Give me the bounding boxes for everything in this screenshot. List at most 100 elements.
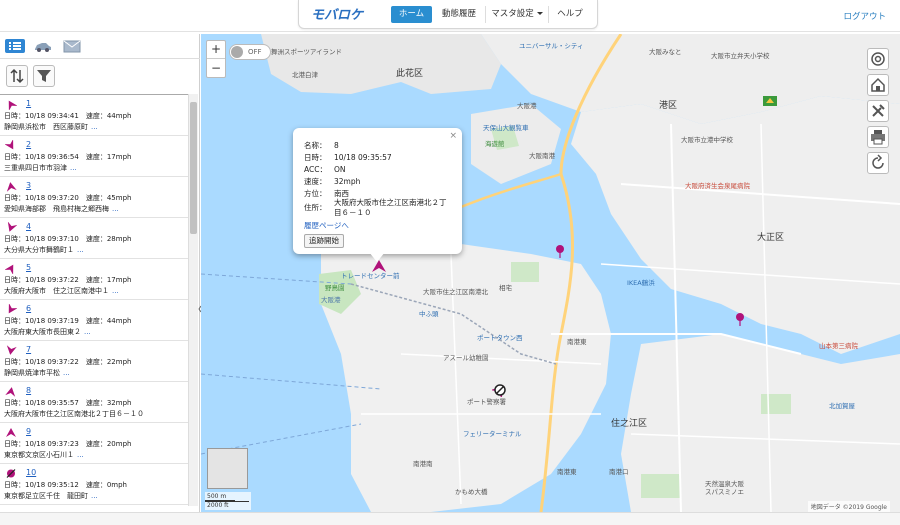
nav-history-button[interactable]: 動態履歴 <box>437 6 481 23</box>
page-footer <box>0 512 900 525</box>
location-pin-icon[interactable] <box>555 244 565 258</box>
list-item[interactable]: 9 日時：10/18 09:37:23 速度：20mph 東京都文京区小石川１... <box>0 423 188 464</box>
list-item[interactable]: 2 日時：10/18 09:36:54 速度：17mph 三重県四日市市羽津... <box>0 136 188 177</box>
overview-map[interactable] <box>207 448 248 489</box>
scale-feet: 2000 ft <box>207 502 229 509</box>
home-icon[interactable] <box>867 74 889 96</box>
list-scrollbar[interactable] <box>188 94 198 506</box>
more-link[interactable]: ... <box>77 451 84 459</box>
more-link[interactable]: ... <box>91 123 98 131</box>
vehicle-number-link[interactable]: 8 <box>26 386 31 395</box>
vehicle-direction-icon <box>6 345 17 355</box>
more-link[interactable]: ... <box>63 369 70 377</box>
map-place-label: ポート警察署 <box>467 398 506 406</box>
vehicle-info-popup: × 名称： 8 日時： 10/18 09:35:57 ACC： ON 速度： 32mph… <box>293 128 462 262</box>
more-link[interactable]: ... <box>112 205 119 213</box>
map-place-label: 大正区 <box>757 233 785 243</box>
refresh-icon[interactable] <box>867 152 889 174</box>
list-item[interactable]: 7 日時：10/18 09:37:22 速度：22mph 静岡県焼津市平松... <box>0 341 188 382</box>
more-link[interactable]: ... <box>91 492 98 500</box>
filter-icon[interactable] <box>33 65 55 87</box>
more-link[interactable]: ... <box>70 164 77 172</box>
sidebar: 1 日時：10/18 09:34:41 速度：44mph 静岡県浜松市 西区藤原町.… <box>0 34 202 512</box>
zoom-control: + − <box>206 40 226 78</box>
map-view[interactable]: 北港白津 舞洲スポーツアイランド 此花区 ユニバーサル・シティ 大阪みなと 大阪市立弁天小… <box>201 34 900 512</box>
zoom-in-button[interactable]: + <box>207 41 225 59</box>
tracking-toggle[interactable]: OFF <box>229 44 271 60</box>
vehicle-address: 静岡県焼津市平松 <box>4 369 60 377</box>
vehicle-number-link[interactable]: 10 <box>26 468 36 477</box>
vehicle-number-link[interactable]: 3 <box>26 181 31 190</box>
vehicle-datetime: 日時：10/18 09:35:57 <box>4 399 79 407</box>
history-page-link[interactable]: 履歴ページへ <box>304 220 349 231</box>
more-link[interactable]: ... <box>84 328 91 336</box>
vehicle-address: 大分県大分市舞鶴町１ <box>4 246 74 254</box>
vehicle-address-line: 大阪府東大阪市長田東２... <box>4 327 91 337</box>
vehicle-speed: 速度：17mph <box>85 276 132 284</box>
vehicle-status-line: 日時：10/18 09:37:10 速度：28mph <box>4 234 131 244</box>
vehicle-status-line: 日時：10/18 09:37:22 速度：22mph <box>4 357 131 367</box>
list-item[interactable]: 4 日時：10/18 09:37:10 速度：28mph 大分県大分市舞鶴町１... <box>0 218 188 259</box>
map-canvas <box>201 34 900 512</box>
nav-master-dropdown[interactable]: マスタ設定 <box>485 6 549 23</box>
vehicle-number-link[interactable]: 4 <box>26 222 31 231</box>
vehicle-number-link[interactable]: 6 <box>26 304 31 313</box>
map-place-label: 相宅 <box>499 284 512 292</box>
map-scale: 500 m 2000 ft <box>205 492 251 510</box>
app-header: モバロケ ホーム 動態履歴 マスタ設定 ヘルプ ログアウト <box>0 0 900 32</box>
more-link[interactable]: ... <box>112 287 119 295</box>
popup-datetime-row: 日時： 10/18 09:35:57 <box>304 152 392 163</box>
zoom-out-button[interactable]: − <box>207 60 225 78</box>
vehicle-number-link[interactable]: 1 <box>26 99 31 108</box>
scroll-thumb[interactable] <box>190 102 197 234</box>
vehicle-datetime: 日時：10/18 09:36:54 <box>4 153 79 161</box>
logout-link[interactable]: ログアウト <box>843 10 886 22</box>
mail-icon[interactable] <box>62 39 82 53</box>
nav-help-button[interactable]: ヘルプ <box>553 6 587 23</box>
map-place-label: 大阪南港 <box>529 152 555 160</box>
target-icon[interactable] <box>867 48 889 70</box>
stopped-vehicle-icon <box>6 469 16 478</box>
vehicle-datetime: 日時：10/18 09:37:23 <box>4 440 79 448</box>
list-item[interactable]: 8 日時：10/18 09:35:57 速度：32mph 大阪府大阪市住之江区南港北… <box>0 382 188 423</box>
map-place-label: 中ふ頭 <box>419 310 439 318</box>
location-pin-icon[interactable] <box>735 312 745 326</box>
map-place-label: 大阪市立港中学校 <box>681 136 733 144</box>
vehicle-number-link[interactable]: 9 <box>26 427 31 436</box>
popup-datetime-value: 10/18 09:35:57 <box>334 153 392 162</box>
start-tracking-button[interactable]: 追跡開始 <box>304 234 344 248</box>
nav-home-button[interactable]: ホーム <box>391 6 432 23</box>
scale-meters: 500 m <box>207 493 227 500</box>
map-place-label: 北加賀屋 <box>829 402 855 410</box>
vehicle-list: 1 日時：10/18 09:34:41 速度：44mph 静岡県浜松市 西区藤原町.… <box>0 94 188 506</box>
vehicle-datetime: 日時：10/18 09:37:10 <box>4 235 79 243</box>
car-icon[interactable] <box>33 39 53 53</box>
tools-icon[interactable] <box>867 100 889 122</box>
app-logo[interactable]: モバロケ <box>309 4 381 24</box>
map-place-label: 大阪港 <box>321 296 341 304</box>
more-link[interactable]: ... <box>77 246 84 254</box>
list-item[interactable]: 10 日時：10/18 09:35:12 速度：0mph 東京都足立区千住 龍田町.… <box>0 464 188 505</box>
list-item[interactable]: 5 日時：10/18 09:37:22 速度：17mph 大阪府大阪市 住之江区南港… <box>0 259 188 300</box>
vehicle-number-link[interactable]: 7 <box>26 345 31 354</box>
map-place-label: 大阪みなと <box>649 48 682 56</box>
vehicle-speed: 速度：20mph <box>85 440 132 448</box>
sort-icon[interactable] <box>6 65 28 87</box>
map-place-label: 南港東 <box>557 468 577 476</box>
list-icon[interactable] <box>5 39 25 53</box>
vehicle-direction-icon <box>5 140 14 150</box>
list-item[interactable]: 3 日時：10/18 09:37:20 速度：45mph 愛知県海部郡 飛島村梅之郷… <box>0 177 188 218</box>
popup-tail <box>369 252 385 262</box>
vehicle-number-link[interactable]: 2 <box>26 140 31 149</box>
stopped-vehicle-icon[interactable] <box>493 383 507 397</box>
vehicle-number-link[interactable]: 5 <box>26 263 31 272</box>
vehicle-datetime: 日時：10/18 09:37:20 <box>4 194 79 202</box>
close-icon[interactable]: × <box>449 131 457 141</box>
list-item[interactable]: 6 日時：10/18 09:37:19 速度：44mph 大阪府東大阪市長田東２..… <box>0 300 188 341</box>
popup-speed-row: 速度： 32mph <box>304 176 360 187</box>
vehicle-address: 東京都文京区小石川１ <box>4 451 74 459</box>
popup-direction-key: 方位： <box>304 189 327 198</box>
print-icon[interactable] <box>867 126 889 148</box>
list-item[interactable]: 1 日時：10/18 09:34:41 速度：44mph 静岡県浜松市 西区藤原町.… <box>0 95 188 136</box>
vehicle-address: 三重県四日市市羽津 <box>4 164 67 172</box>
